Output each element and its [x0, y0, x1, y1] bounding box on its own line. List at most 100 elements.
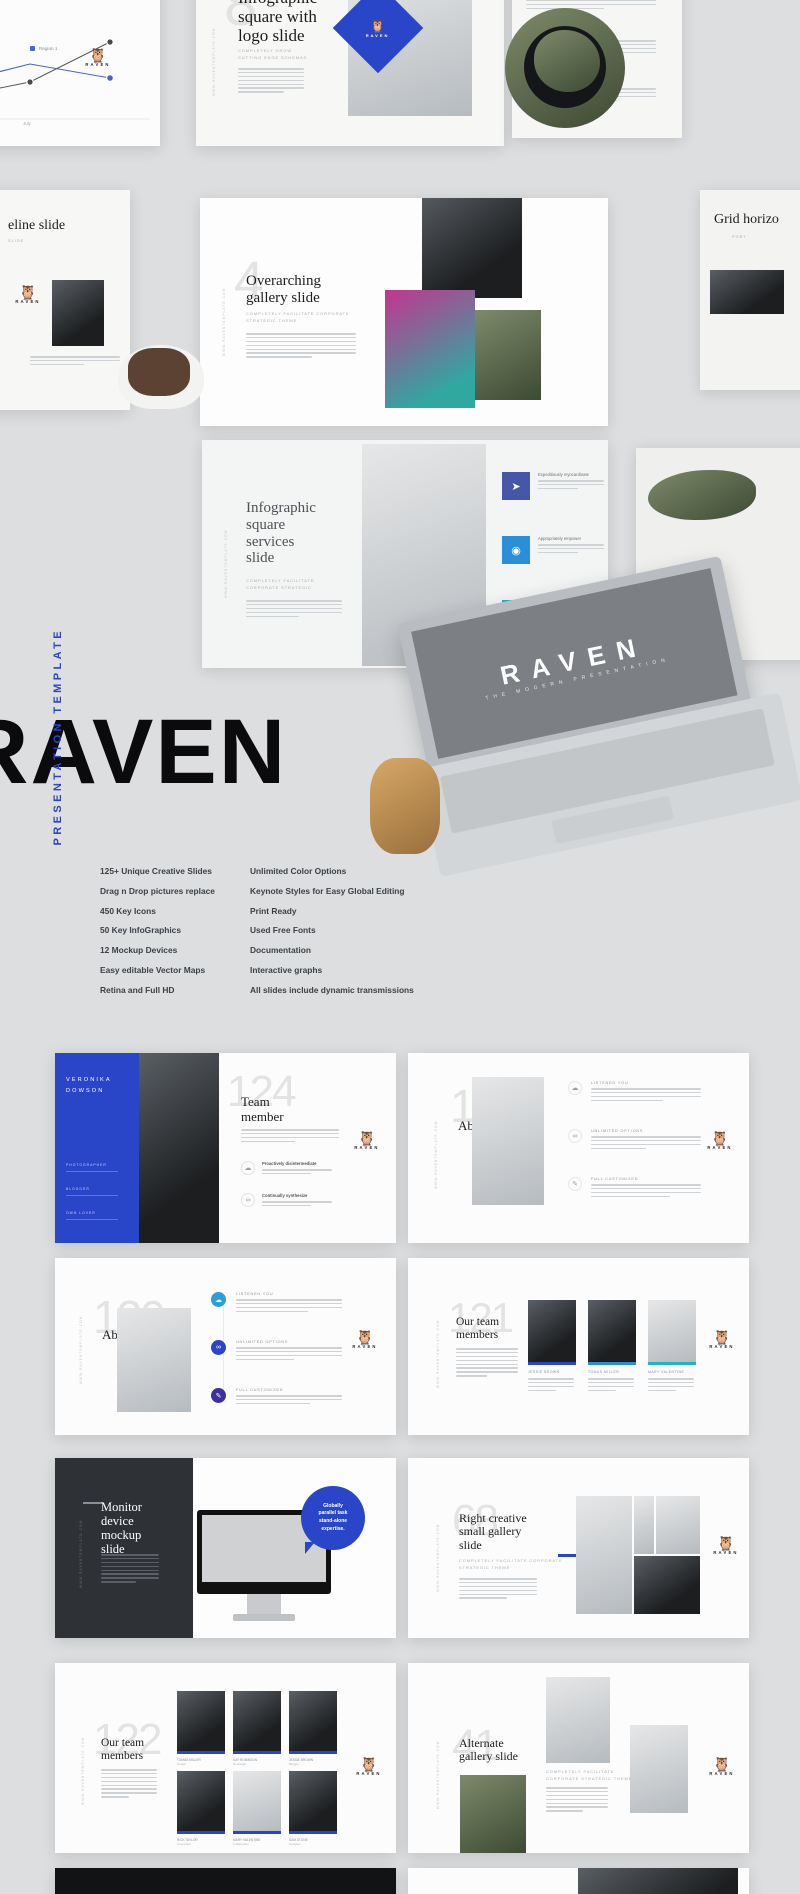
vertical-url-rail: WWW.RAVENTEMPLATE.COM — [79, 1519, 83, 1589]
right-creative-small-gallery-slide[interactable]: WWW.RAVENTEMPLATE.COM 68 Right creative … — [408, 1458, 749, 1638]
paper-plane-icon: ➤ — [502, 472, 530, 500]
feature-item: Easy editable Vector Maps — [100, 965, 206, 976]
person-name-line-2: DOWSON — [66, 1087, 105, 1094]
bullet-item-3[interactable]: ✎ FULL CUSTOMIZED — [211, 1388, 342, 1405]
member-accent-bar — [177, 1831, 225, 1834]
overarching-gallery-slide-thumbnail[interactable]: WWW.RAVENTEMPLATE.COM 4 Overarching gall… — [200, 198, 608, 426]
team-member-card-3[interactable]: MARY VALENTINE — [648, 1300, 696, 1392]
raven-logo: 🦉 RAVEN — [700, 1131, 740, 1150]
vertical-url-rail: WWW.RAVENTEMPLATE.COM — [436, 1740, 440, 1810]
globe-icon: ☁ — [568, 1081, 582, 1095]
feature-item: Retina and Full HD — [100, 984, 175, 995]
person-field-label: OWN LOVER — [66, 1211, 96, 1215]
feature-list-left: 125+ Unique Creative Slides Drag n Drop … — [100, 862, 215, 1001]
slide-title-line-2: square — [246, 516, 286, 533]
team-member-card-1[interactable]: JESSIE BROWN — [528, 1300, 576, 1392]
slide-title-line-1: Right creative — [459, 1511, 527, 1525]
slide-title-line-1: eline slide — [8, 218, 66, 233]
our-team-members-slide-121[interactable]: WWW.RAVENTEMPLATE.COM 121 Our team membe… — [408, 1258, 749, 1435]
team-member-slide[interactable]: VERONIKA DOWSON PHOTOGRAPHER BLOGGER OWN… — [55, 1053, 396, 1243]
bullet-item-1[interactable]: ☁ Proactively disintermediate — [241, 1161, 332, 1175]
raven-wordmark: RAVEN — [713, 1550, 739, 1555]
member-photo — [233, 1771, 281, 1831]
chart-slide-thumbnail[interactable]: Region 1 June July 🦉 RAVEN — [0, 0, 160, 146]
gallery-photo-lake — [460, 1775, 526, 1853]
member-photo — [289, 1771, 337, 1831]
gallery-photo-landscape — [630, 1725, 688, 1813]
raven-bird-icon: 🦉 — [360, 1756, 378, 1772]
slide-subtitle-line-2: CORPORATE STRATEGIC — [246, 584, 312, 590]
slide-title-line-1: Monitor — [101, 1500, 142, 1514]
bullet-item-2[interactable]: ∞ Continually synthesize — [241, 1193, 332, 1207]
timeline-slide-thumbnail[interactable]: eline slide SLIDE 🦉 RAVEN — [0, 190, 130, 410]
about-us-slide-119[interactable]: WWW.RAVENTEMPLATE.COM 119 About Us ☁ LIS… — [408, 1053, 749, 1243]
slide-body-text — [101, 1554, 159, 1583]
slide-photo — [52, 280, 104, 346]
vertical-url-rail: WWW.RAVENTEMPLATE.COM — [434, 1120, 438, 1190]
slide-title-line-3: logo slide — [238, 26, 305, 46]
team-member-card-2[interactable]: TOMAS MILLER — [588, 1300, 636, 1392]
bullet-title: LISTENED YOU — [591, 1081, 629, 1085]
slide-subtitle-line-2: STRATEGIC THEME — [459, 1564, 511, 1570]
our-team-members-slide-122[interactable]: WWW.RAVENTEMPLATE.COM 122 Our team membe… — [55, 1663, 396, 1853]
slide-subtitle-line-2: CUTTING EDGE SCHEMAS — [238, 54, 308, 60]
bullet-title: UNLIMITED OPTIONS — [591, 1129, 644, 1133]
raven-wordmark: RAVEN — [356, 1771, 382, 1776]
bullet-item-1[interactable]: ☁ LISTENED YOU — [568, 1081, 701, 1102]
feature-item: 450 Key Icons — [100, 905, 156, 916]
slide-photo — [578, 1868, 738, 1894]
slide-title-line-3: mockup — [101, 1528, 142, 1542]
bullet-item-2[interactable]: ∞ UNLIMITED OPTIONS — [211, 1340, 342, 1361]
team-member-card[interactable]: KAY ROBINSON Developer — [233, 1691, 281, 1766]
vertical-url-rail: WWW.RAVENTEMPLATE.COM — [212, 27, 216, 97]
team-member-card[interactable]: TOMAS MILLER Design — [177, 1691, 225, 1766]
dark-slide-thumbnail-bottom-left[interactable] — [55, 1868, 396, 1894]
bullet-item-2[interactable]: ∞ UNLIMITED OPTIONS — [568, 1129, 701, 1150]
gallery-photo-4 — [634, 1556, 700, 1614]
member-accent-bar — [289, 1831, 337, 1834]
team-member-card[interactable]: JESSIE BROWN Blogger — [289, 1691, 337, 1766]
member-photo — [177, 1771, 225, 1831]
team-member-card[interactable]: MARY VALENTINE Collaborator — [233, 1771, 281, 1846]
slide-body-text — [546, 1787, 608, 1812]
team-member-card[interactable]: SAM STONE Designer — [289, 1771, 337, 1846]
service-item-1[interactable]: ➤ Expeditiously myocardinate — [502, 472, 604, 500]
raven-bird-icon: 🦉 — [713, 1756, 731, 1772]
hand-sculpture-glove — [128, 348, 190, 396]
member-role: Blogger — [289, 1762, 299, 1766]
slide-subtitle-line-1: COMPLETELY FACILITATE — [246, 578, 315, 583]
slide-title-line-1: Grid horizo — [714, 212, 779, 227]
person-field-photographer: PHOTOGRAPHER — [66, 1163, 118, 1173]
alternate-gallery-slide[interactable]: WWW.RAVENTEMPLATE.COM 41 Alternate galle… — [408, 1663, 749, 1853]
slide-subtitle-line-2: STRATEGIC THEME — [246, 317, 298, 323]
team-member-card[interactable]: RICK TAYLOR Copywriter — [177, 1771, 225, 1846]
feature-item: All slides include dynamic transmissions — [250, 984, 414, 995]
member-role: Copywriter — [177, 1842, 191, 1846]
slide-body-text — [246, 333, 356, 358]
bullet-title: UNLIMITED OPTIONS — [236, 1340, 289, 1344]
raven-logo: 🦉 RAVEN — [349, 1757, 389, 1776]
raven-bird-icon: 🦉 — [717, 1535, 735, 1551]
service-item-2[interactable]: ◉ Appropriately empower — [502, 536, 604, 564]
feature-item: Interactive graphs — [250, 965, 323, 976]
monitor-device-mockup-slide[interactable]: Monitor device mockup slide WWW.RAVENTEM… — [55, 1458, 396, 1638]
feature-item: 50 Key InfoGraphics — [100, 925, 181, 936]
feature-item: 12 Mockup Devices — [100, 945, 178, 956]
gallery-photo-3 — [656, 1496, 700, 1554]
slide-title-line-1: Overarching — [246, 273, 321, 289]
grid-horizontal-slide-thumbnail[interactable]: Grid horizo PORT — [700, 190, 800, 390]
member-photo — [233, 1691, 281, 1751]
member-photo — [588, 1300, 636, 1362]
bullet-title: Continually synthesize — [262, 1193, 308, 1198]
member-accent-bar — [648, 1362, 696, 1365]
bullet-item-3[interactable]: ✎ FULL CUSTOMIZED — [568, 1177, 701, 1198]
bullet-item-1[interactable]: ☁ LISTENED YOU — [211, 1292, 342, 1313]
member-role: Collaborator — [233, 1842, 249, 1846]
globe-icon: ☁ — [211, 1292, 226, 1307]
gallery-slide-thumbnail-bottom-right[interactable] — [408, 1868, 749, 1894]
callout-bubble[interactable]: Globally parallel task stand-alone exper… — [301, 1486, 365, 1550]
about-us-slide-120[interactable]: WWW.RAVENTEMPLATE.COM 120 About Us ☁ LIS… — [55, 1258, 396, 1435]
infographic-logo-slide-thumbnail[interactable]: 8 WWW.RAVENTEMPLATE.COM Infographic squa… — [196, 0, 504, 146]
link-icon: ∞ — [211, 1340, 226, 1355]
wooden-hand-decoration — [370, 758, 440, 854]
